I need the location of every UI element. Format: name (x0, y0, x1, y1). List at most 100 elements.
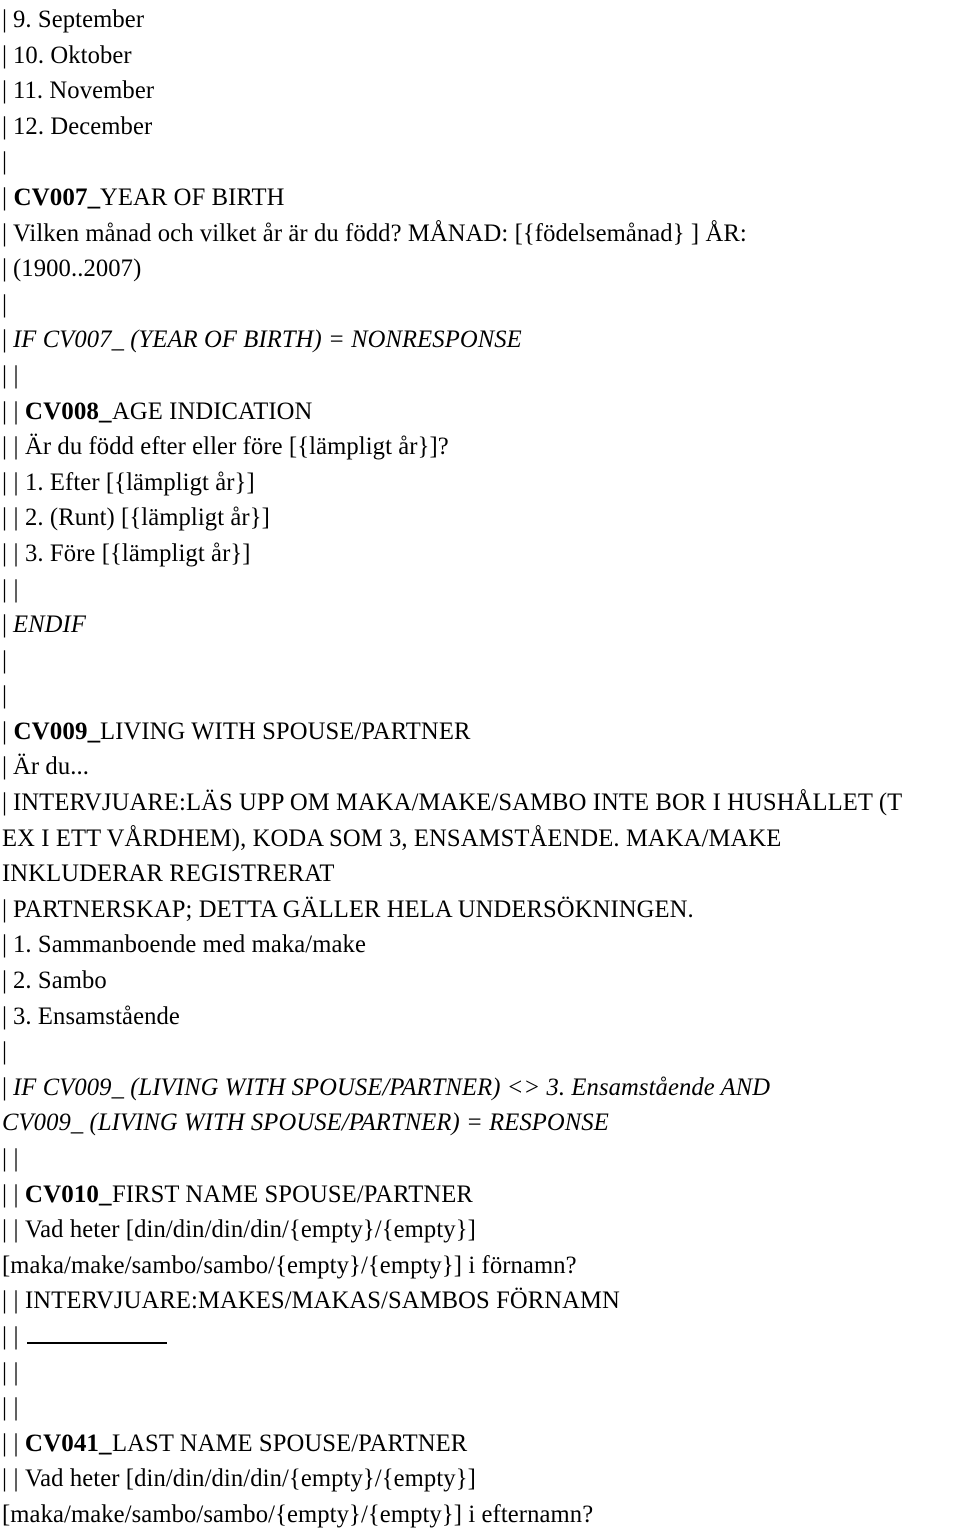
listing-line: | | 1. Efter [{lämpligt år}] (2, 465, 958, 501)
routing-text: IF CV007_ (YEAR OF BIRTH) = NONRESPONSE (13, 326, 523, 354)
line-text: YEAR OF BIRTH (100, 183, 285, 211)
line-text: Är du född efter eller före [{lämpligt å… (24, 433, 449, 461)
route-bar: | (2, 183, 8, 211)
route-bar: | | (2, 1358, 19, 1386)
line-text: AGE INDICATION (111, 397, 313, 425)
route-bar: | | (2, 1180, 19, 1208)
listing-line: | | CV010_ FIRST NAME SPOUSE/PARTNER (2, 1177, 958, 1213)
line-text: 12. December (13, 112, 153, 140)
listing-line: | CV009_ LIVING WITH SPOUSE/PARTNER (2, 714, 958, 750)
document-page: | 9. September | 10. Oktober | 11. Novembe… (0, 0, 960, 1534)
variable-name: CV007_ (13, 183, 101, 211)
line-text: 3. Ensamstående (13, 1002, 181, 1030)
listing-line: | 9. September (2, 2, 958, 38)
line-text: INTERVJUARE:MAKES/MAKAS/SAMBOS FÖRNAMN (24, 1287, 620, 1315)
route-bar: | (2, 6, 8, 33)
route-bar: | (2, 967, 8, 995)
listing-line: | PARTNERSKAP; DETTA GÄLLER HELA UNDERSÖ… (2, 892, 958, 928)
listing-line: | 1. Sammanboende med maka/make (2, 927, 958, 963)
line-text: [maka/make/sambo/sambo/{empty}/{empty}] … (2, 1251, 577, 1279)
route-bar: | | (2, 1322, 19, 1350)
routing-text: CV009_ (LIVING WITH SPOUSE/PARTNER) = RE… (2, 1109, 609, 1137)
route-bar: | (2, 290, 8, 318)
listing-line: | IF CV007_ (YEAR OF BIRTH) = NONRESPONS… (2, 322, 958, 358)
listing-line: | (2, 287, 958, 323)
listing-line: | | (2, 1319, 958, 1355)
line-text: [maka/make/sambo/sambo/{empty}/{empty}] … (2, 1500, 594, 1528)
listing-line: EX I ETT VÅRDHEM), KODA SOM 3, ENSAMSTÅE… (2, 821, 958, 857)
line-text: EX I ETT VÅRDHEM), KODA SOM 3, ENSAMSTÅE… (2, 824, 782, 852)
route-bar: | (2, 753, 8, 781)
route-bar: | | (2, 361, 19, 389)
line-text: FIRST NAME SPOUSE/PARTNER (111, 1180, 473, 1208)
variable-name: CV009_ (13, 717, 101, 745)
listing-line: | (1900..2007) (2, 251, 958, 287)
variable-name: CV008_ (24, 397, 112, 425)
route-bar: | | (2, 1216, 19, 1244)
listing-line: | (2, 643, 958, 679)
route-bar: | (2, 219, 8, 247)
listing-line: | 2. Sambo (2, 963, 958, 999)
listing-line: | | Vad heter [din/din/din/din/{empty}/{… (2, 1461, 958, 1497)
route-bar: | (2, 682, 8, 710)
listing-line: | | CV008_ AGE INDICATION (2, 394, 958, 430)
listing-line: | | (2, 1390, 958, 1426)
route-bar: | (2, 326, 8, 354)
listing-line: | (2, 1034, 958, 1070)
route-bar: | | (2, 504, 19, 532)
variable-name: CV010_ (24, 1180, 112, 1208)
route-bar: | | (2, 397, 19, 425)
route-bar: | | (2, 468, 19, 496)
line-text: 10. Oktober (13, 41, 133, 69)
questionnaire-source-listing: | 9. September | 10. Oktober | 11. Novembe… (2, 2, 958, 1534)
listing-line: | CV007_ YEAR OF BIRTH (2, 180, 958, 216)
line-text: LAST NAME SPOUSE/PARTNER (111, 1429, 467, 1457)
route-bar: | | (2, 575, 19, 603)
listing-line: | (2, 678, 958, 714)
route-bar: | | (2, 1465, 19, 1493)
listing-line: | INTERVJUARE:LÄS UPP OM MAKA/MAKE/SAMBO… (2, 785, 958, 821)
line-text: INTERVJUARE:LÄS UPP OM MAKA/MAKE/SAMBO I… (13, 789, 903, 817)
route-bar: | (2, 646, 8, 674)
line-text: PARTNERSKAP; DETTA GÄLLER HELA UNDERSÖKN… (13, 895, 695, 923)
routing-text: IF CV009_ (LIVING WITH SPOUSE/PARTNER) <… (13, 1073, 771, 1101)
listing-line: | Är du... (2, 749, 958, 785)
listing-line: | | INTERVJUARE:MAKES/MAKAS/SAMBOS FÖRNA… (2, 1283, 958, 1319)
line-text: 1. Sammanboende med maka/make (13, 931, 367, 959)
listing-line: | IF CV009_ (LIVING WITH SPOUSE/PARTNER)… (2, 1070, 958, 1106)
listing-line: | 11. November (2, 73, 958, 109)
listing-line: | 12. December (2, 109, 958, 145)
line-text: Vad heter [din/din/din/din/{empty}/{empt… (24, 1465, 476, 1493)
route-bar: | (2, 717, 8, 745)
listing-line: | 3. Ensamstående (2, 999, 958, 1035)
variable-name: CV041_ (24, 1429, 112, 1457)
line-text: Är du... (13, 753, 90, 781)
route-bar: | (2, 41, 8, 69)
answer-blank-rule (26, 1326, 167, 1344)
line-text: 3. Före [{lämpligt år}] (24, 539, 251, 567)
line-text: 11. November (13, 77, 155, 105)
route-bar: | | (2, 433, 19, 461)
route-bar: | (2, 1038, 8, 1066)
listing-line: | | (2, 1141, 958, 1177)
route-bar: | | (2, 1145, 19, 1172)
listing-line: | | 2. (Runt) [{lämpligt år}] (2, 500, 958, 536)
route-bar: | (2, 1073, 8, 1101)
listing-line: [maka/make/sambo/sambo/{empty}/{empty}] … (2, 1497, 958, 1533)
listing-line: | ENDIF (2, 607, 958, 643)
route-bar: | (2, 77, 8, 105)
listing-line: | | (2, 358, 958, 394)
route-bar: | (2, 112, 8, 140)
route-bar: | | (2, 1429, 19, 1457)
route-bar: | (2, 611, 8, 639)
listing-line: | | CV041_ LAST NAME SPOUSE/PARTNER (2, 1426, 958, 1462)
listing-line: INKLUDERAR REGISTRERAT (2, 856, 958, 892)
line-text: 1. Efter [{lämpligt år}] (24, 468, 255, 496)
listing-line: | | Vad heter [din/din/din/din/{empty}/{… (2, 1212, 958, 1248)
line-text: 2. (Runt) [{lämpligt år}] (24, 504, 270, 532)
line-text: 2. Sambo (13, 967, 108, 995)
route-bar: | (2, 931, 8, 959)
line-text: INKLUDERAR REGISTRERAT (2, 860, 335, 888)
route-bar: | | (2, 1394, 19, 1422)
route-bar: | (2, 148, 8, 176)
